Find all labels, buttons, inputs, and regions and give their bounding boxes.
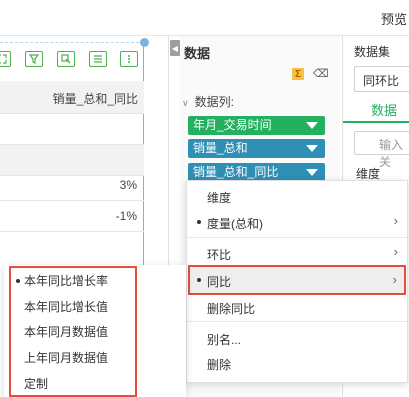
eraser-icon[interactable]: ⌫ xyxy=(313,67,329,80)
table-row xyxy=(0,114,144,145)
search-input[interactable]: 输入关 xyxy=(354,131,409,169)
menu-item-label: 环比 xyxy=(207,248,232,262)
table-row: 3% xyxy=(0,170,144,201)
field-label: 销量_总和 xyxy=(193,141,248,155)
menu-item-label: 删除 xyxy=(207,358,232,372)
menu-item-label: 别名... xyxy=(207,333,242,347)
menu-item-measure[interactable]: 度量(总和) › xyxy=(187,209,407,235)
expand-icon[interactable] xyxy=(0,51,11,67)
sigma-icon[interactable]: Σ xyxy=(292,68,304,80)
menu-item-alias[interactable]: 别名... xyxy=(187,325,407,351)
collapse-panel-icon[interactable]: ◀ xyxy=(170,40,180,56)
dataset-title: 数据集 xyxy=(354,45,391,59)
menu-item-yoy[interactable]: 同比 › xyxy=(188,265,406,295)
table-cell: -1% xyxy=(115,209,137,223)
field-label: 年月_交易时间 xyxy=(193,118,272,132)
selected-dot-icon xyxy=(197,278,201,282)
menu-item-label: 删除同比 xyxy=(207,302,256,316)
menu-separator xyxy=(187,321,407,322)
selected-dot-icon xyxy=(16,279,20,283)
filter-icon[interactable] xyxy=(25,51,43,67)
tab-data[interactable]: 数据 xyxy=(371,100,397,119)
field-pill[interactable]: 年月_交易时间 xyxy=(188,116,325,135)
preview-button[interactable]: 预览 xyxy=(381,9,407,28)
menu-item-delete[interactable]: 删除 xyxy=(187,350,407,376)
chevron-right-icon: › xyxy=(393,244,398,259)
table-header-row: 销量_总和_同比 xyxy=(0,81,144,114)
column-header[interactable]: 销量_总和_同比 xyxy=(53,90,138,107)
submenu-item-same-month-last-year[interactable]: 上年同月数据值 xyxy=(24,349,108,366)
top-bar: 预览 xyxy=(0,0,409,36)
submenu-item-yoy-rate[interactable]: 本年同比增长率 xyxy=(24,272,108,289)
more-icon[interactable] xyxy=(120,51,138,67)
resize-handle[interactable] xyxy=(140,38,149,47)
data-columns-label[interactable]: ∨ 数据列: xyxy=(182,93,234,110)
dropdown-icon[interactable] xyxy=(306,169,318,176)
selected-dot-icon xyxy=(197,220,201,224)
menu-item-mom[interactable]: 环比 › xyxy=(187,240,407,266)
menu-separator xyxy=(187,237,407,238)
dropdown-icon[interactable] xyxy=(306,122,318,129)
submenu-item-same-month-this-year[interactable]: 本年同月数据值 xyxy=(24,323,108,340)
table-row xyxy=(0,232,144,263)
select-icon[interactable] xyxy=(57,51,75,67)
table-cell: 3% xyxy=(119,178,137,192)
submenu-item-custom[interactable]: 定制 xyxy=(24,375,48,392)
context-menu: 维度 度量(总和) › 环比 › 同比 › 删除同比 别名... 删除 xyxy=(186,180,408,383)
data-columns-text: 数据列: xyxy=(194,95,234,109)
field-label: 销量_总和_同比 xyxy=(193,165,279,179)
dataset-select-value: 同环比 xyxy=(363,74,400,88)
dropdown-icon[interactable] xyxy=(306,145,318,152)
chevron-down-icon: ∨ xyxy=(182,98,189,108)
chevron-right-icon: › xyxy=(392,272,397,287)
submenu-item-yoy-value[interactable]: 本年同比增长值 xyxy=(24,298,108,315)
list-icon[interactable] xyxy=(89,51,107,67)
menu-item-label: 维度 xyxy=(207,191,232,205)
data-panel-title: 数据 xyxy=(184,46,211,61)
menu-item-delete-yoy[interactable]: 删除同比 xyxy=(187,294,407,320)
table-row: -1% xyxy=(0,201,144,232)
field-pill[interactable]: 销量_总和 xyxy=(188,139,325,158)
chevron-right-icon: › xyxy=(393,213,398,228)
tab-underline xyxy=(343,121,409,123)
menu-item-label: 同比 xyxy=(207,275,232,289)
dataset-select[interactable]: 同环比 xyxy=(354,66,409,92)
search-placeholder: 输入关 xyxy=(379,138,404,169)
menu-item-dimension[interactable]: 维度 xyxy=(187,183,407,209)
menu-item-label: 度量(总和) xyxy=(207,217,263,231)
